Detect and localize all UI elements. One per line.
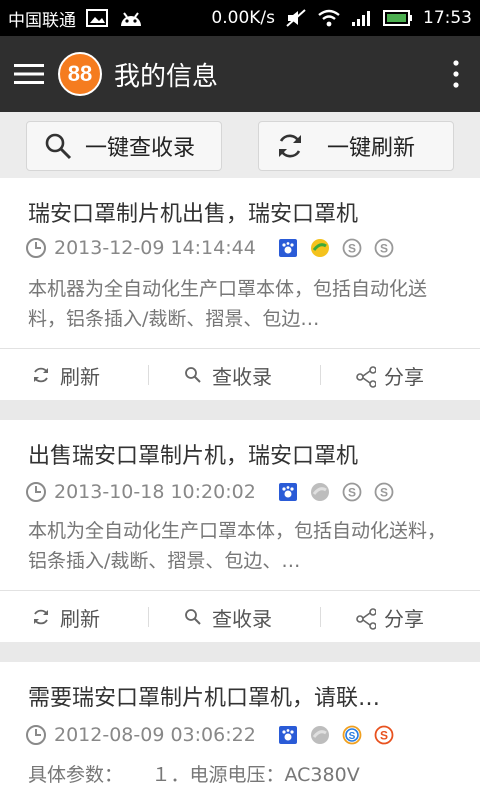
post-description: 本机器为全自动化生产口罩本体，包括自动化送料，铝条插入/裁断、摺景、包边…: [28, 278, 428, 330]
search-icon: [43, 131, 73, 161]
svg-text:S: S: [348, 486, 356, 500]
post-meta: 2012-08-09 03:06:22 S S: [26, 724, 394, 746]
share-button[interactable]: 分享: [356, 361, 424, 390]
svg-text:S: S: [380, 242, 388, 256]
post-actions: 刷新 查收录 分享: [0, 348, 480, 400]
refresh-button[interactable]: 刷新: [32, 361, 100, 390]
check-index-label: 查收录: [212, 607, 272, 631]
clock-icon: [26, 725, 46, 745]
clock-icon: [26, 238, 46, 258]
360-search-icon: [310, 725, 330, 745]
post-card: 瑞安口罩制片机出售，瑞安口罩机 2013-12-09 14:14:44 S S …: [0, 178, 480, 400]
share-label: 分享: [384, 607, 424, 631]
check-index-label: 查收录: [212, 365, 272, 389]
divider: [320, 607, 321, 627]
more-vert-icon: [453, 60, 459, 88]
sogou-icon: S: [342, 725, 362, 745]
post-actions: 刷新 查收录 分享: [0, 590, 480, 642]
divider: [320, 365, 321, 385]
page-title: 我的信息: [114, 61, 219, 92]
clock-icon: [26, 482, 46, 502]
one-click-refresh-label: 一键刷新: [327, 136, 416, 161]
hamburger-icon: [14, 64, 44, 84]
clock-label: 17:53: [423, 8, 472, 28]
action-toolbar: 一键查收录 一键刷新: [0, 112, 480, 178]
one-click-refresh-button[interactable]: 一键刷新: [258, 121, 454, 171]
check-index-button[interactable]: 查收录: [184, 603, 272, 632]
refresh-small-icon: [32, 366, 52, 386]
post-card: 需要瑞安口罩制片机口罩机，请联… 2012-08-09 03:06:22 S S…: [0, 662, 480, 800]
refresh-label: 刷新: [60, 365, 100, 389]
wifi-icon: [317, 8, 341, 28]
baidu-icon: [278, 482, 298, 502]
soso-icon: S: [374, 482, 394, 502]
search-small-icon: [184, 366, 204, 386]
muted-icon: [285, 8, 307, 28]
overflow-menu-button[interactable]: [432, 36, 480, 112]
refresh-button[interactable]: 刷新: [32, 603, 100, 632]
soso-icon: S: [374, 238, 394, 258]
refresh-small-icon: [32, 608, 52, 628]
divider: [148, 365, 149, 385]
svg-text:S: S: [380, 486, 388, 500]
post-card: 出售瑞安口罩制片机，瑞安口罩机 2013-10-18 10:20:02 S S …: [0, 420, 480, 642]
refresh-icon: [275, 131, 305, 161]
baidu-icon: [278, 725, 298, 745]
signal-icon: [351, 9, 373, 27]
share-button[interactable]: 分享: [356, 603, 424, 632]
share-label: 分享: [384, 365, 424, 389]
sogou-icon: S: [342, 238, 362, 258]
soso-icon: S: [374, 725, 394, 745]
share-icon: [356, 607, 376, 630]
post-title[interactable]: 出售瑞安口罩制片机，瑞安口罩机: [28, 438, 358, 470]
post-date: 2013-10-18 10:20:02: [54, 481, 256, 503]
post-meta: 2013-12-09 14:14:44 S S: [26, 237, 394, 259]
status-bar: 中国联通 0.00K/s 17:53: [0, 0, 480, 36]
one-click-check-button[interactable]: 一键查收录: [26, 121, 222, 171]
share-icon: [356, 365, 376, 388]
one-click-check-label: 一键查收录: [85, 136, 196, 161]
menu-button[interactable]: [0, 36, 58, 112]
post-title[interactable]: 瑞安口罩制片机出售，瑞安口罩机: [28, 196, 358, 228]
refresh-label: 刷新: [60, 607, 100, 631]
baidu-icon: [278, 238, 298, 258]
app-logo: 88: [58, 52, 102, 96]
post-meta: 2013-10-18 10:20:02 S S: [26, 481, 394, 503]
svg-text:S: S: [348, 731, 355, 742]
search-engine-status: S S: [278, 482, 394, 502]
search-small-icon: [184, 608, 204, 628]
image-notification-icon: [86, 9, 108, 27]
post-title[interactable]: 需要瑞安口罩制片机口罩机，请联…: [28, 680, 380, 712]
sogou-icon: S: [342, 482, 362, 502]
post-date: 2013-12-09 14:14:44: [54, 237, 256, 259]
svg-text:S: S: [380, 729, 388, 743]
carrier-label: 中国联通: [8, 10, 76, 31]
check-index-button[interactable]: 查收录: [184, 361, 272, 390]
post-description: 具体参数： １．电源电压：AC380V: [28, 764, 360, 786]
divider: [148, 607, 149, 627]
search-engine-status: S S: [278, 238, 394, 258]
post-description: 本机为全自动化生产口罩本体，包括自动化送料，铝条插入/裁断、摺景、包边、…: [28, 520, 447, 572]
svg-text:S: S: [348, 242, 356, 256]
post-date: 2012-08-09 03:06:22: [54, 724, 256, 746]
android-notification-icon: [118, 8, 144, 28]
360-search-icon: [310, 238, 330, 258]
search-engine-status: S S: [278, 725, 394, 745]
battery-icon: [383, 9, 413, 27]
360-search-icon: [310, 482, 330, 502]
app-bar: 88 我的信息: [0, 36, 480, 112]
net-speed-label: 0.00K/s: [211, 8, 275, 28]
